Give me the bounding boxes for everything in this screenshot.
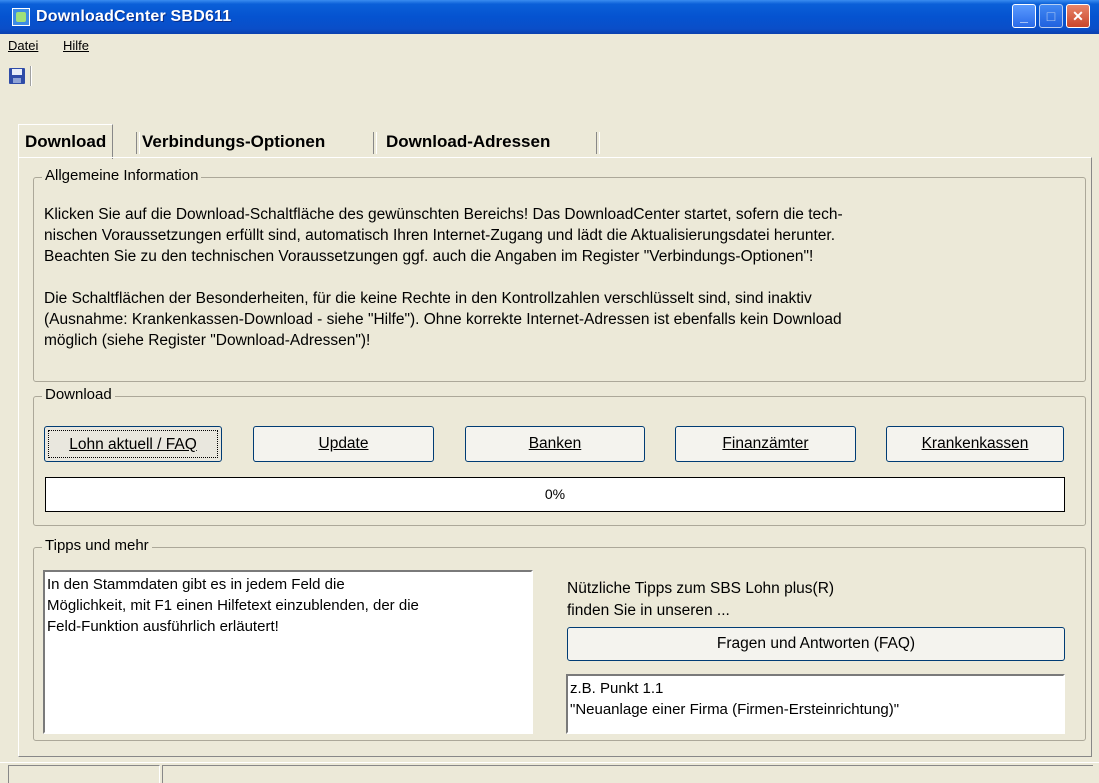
info-line: nischen Voraussetzungen erfüllt sind, au… bbox=[44, 227, 835, 244]
tip-line: In den Stammdaten gibt es in jedem Feld … bbox=[47, 576, 345, 593]
faq-button-label: Fragen und Antworten (FAQ) bbox=[716, 635, 916, 652]
tip-line: Feld-Funktion ausführlich erläutert! bbox=[47, 618, 279, 635]
tip-line: Möglichkeit, mit F1 einen Hilfetext einz… bbox=[47, 597, 419, 614]
info-line: Die Schaltflächen der Besonderheiten, fü… bbox=[44, 290, 812, 307]
banken-button[interactable]: Banken bbox=[465, 426, 645, 462]
main-window: DownloadCenter SBD611 _ □ ✕ Datei Hilfe … bbox=[0, 0, 1099, 783]
tip-textbox[interactable]: In den Stammdaten gibt es in jedem Feld … bbox=[43, 570, 533, 734]
side-line: Nützliche Tipps zum SBS Lohn plus(R) bbox=[567, 580, 835, 597]
menu-hilfe[interactable]: Hilfe bbox=[63, 38, 89, 53]
menu-hilfe-label: Hilfe bbox=[63, 38, 90, 53]
close-button[interactable]: ✕ bbox=[1066, 4, 1090, 28]
tab-separator bbox=[136, 132, 140, 154]
status-pane-left bbox=[8, 765, 160, 783]
update-button-label: Update bbox=[318, 435, 369, 452]
info-line: Beachten Sie zu den technischen Vorausse… bbox=[44, 248, 814, 265]
tab-separator bbox=[373, 132, 377, 154]
lohn-aktuell-faq-button[interactable]: Lohn aktuell / FAQ bbox=[44, 426, 222, 462]
tipps-side-text: Nützliche Tipps zum SBS Lohn plus(R) fin… bbox=[567, 578, 834, 622]
krankenkassen-button[interactable]: Krankenkassen bbox=[886, 426, 1064, 462]
minimize-button[interactable]: _ bbox=[1012, 4, 1036, 28]
tab-separator bbox=[596, 132, 600, 154]
menu-bar: Datei Hilfe bbox=[0, 34, 1099, 58]
tipps-group-title: Tipps und mehr bbox=[42, 537, 152, 554]
lohn-aktuell-faq-label: Lohn aktuell / FAQ bbox=[69, 436, 197, 453]
tab-verbindungs-optionen[interactable]: Verbindungs-Optionen bbox=[142, 128, 325, 156]
title-bar[interactable]: DownloadCenter SBD611 _ □ ✕ bbox=[0, 0, 1099, 34]
update-button[interactable]: Update bbox=[253, 426, 434, 462]
tab-download[interactable]: Download bbox=[18, 124, 114, 159]
toolbar bbox=[0, 60, 1099, 90]
window-title: DownloadCenter SBD611 bbox=[36, 8, 232, 25]
status-bar bbox=[0, 762, 1099, 783]
info-line: Klicken Sie auf die Download-Schaltfläch… bbox=[44, 206, 843, 223]
tab-download-adressen[interactable]: Download-Adressen bbox=[386, 128, 550, 156]
side-line: finden Sie in unseren ... bbox=[567, 602, 730, 619]
example-line: z.B. Punkt 1.1 bbox=[570, 680, 664, 697]
finanzaemter-button[interactable]: Finanzämter bbox=[675, 426, 856, 462]
download-progress-bar: 0% bbox=[45, 477, 1065, 512]
status-pane-right bbox=[162, 765, 1093, 783]
app-icon bbox=[12, 8, 30, 26]
progress-label: 0% bbox=[544, 486, 566, 502]
save-icon[interactable] bbox=[9, 68, 25, 84]
download-group-title: Download bbox=[42, 386, 115, 403]
info-group-title: Allgemeine Information bbox=[42, 167, 202, 184]
faq-button[interactable]: Fragen und Antworten (FAQ) bbox=[567, 627, 1065, 661]
menu-datei[interactable]: Datei bbox=[8, 38, 38, 53]
finanzaemter-button-label: Finanzämter bbox=[722, 435, 809, 452]
example-line: "Neuanlage einer Firma (Firmen-Ersteinri… bbox=[570, 701, 900, 718]
info-line: möglich (siehe Register "Download-Adress… bbox=[44, 332, 371, 349]
toolbar-separator bbox=[30, 66, 32, 86]
example-textbox[interactable]: z.B. Punkt 1.1 "Neuanlage einer Firma (F… bbox=[566, 674, 1065, 734]
banken-button-label: Banken bbox=[528, 435, 582, 452]
menu-datei-label: Datei bbox=[8, 38, 39, 53]
info-line: (Ausnahme: Krankenkassen-Download - sieh… bbox=[44, 311, 842, 328]
krankenkassen-button-label: Krankenkassen bbox=[921, 435, 1029, 452]
maximize-button[interactable]: □ bbox=[1039, 4, 1063, 28]
info-text: Klicken Sie auf die Download-Schaltfläch… bbox=[44, 204, 843, 351]
